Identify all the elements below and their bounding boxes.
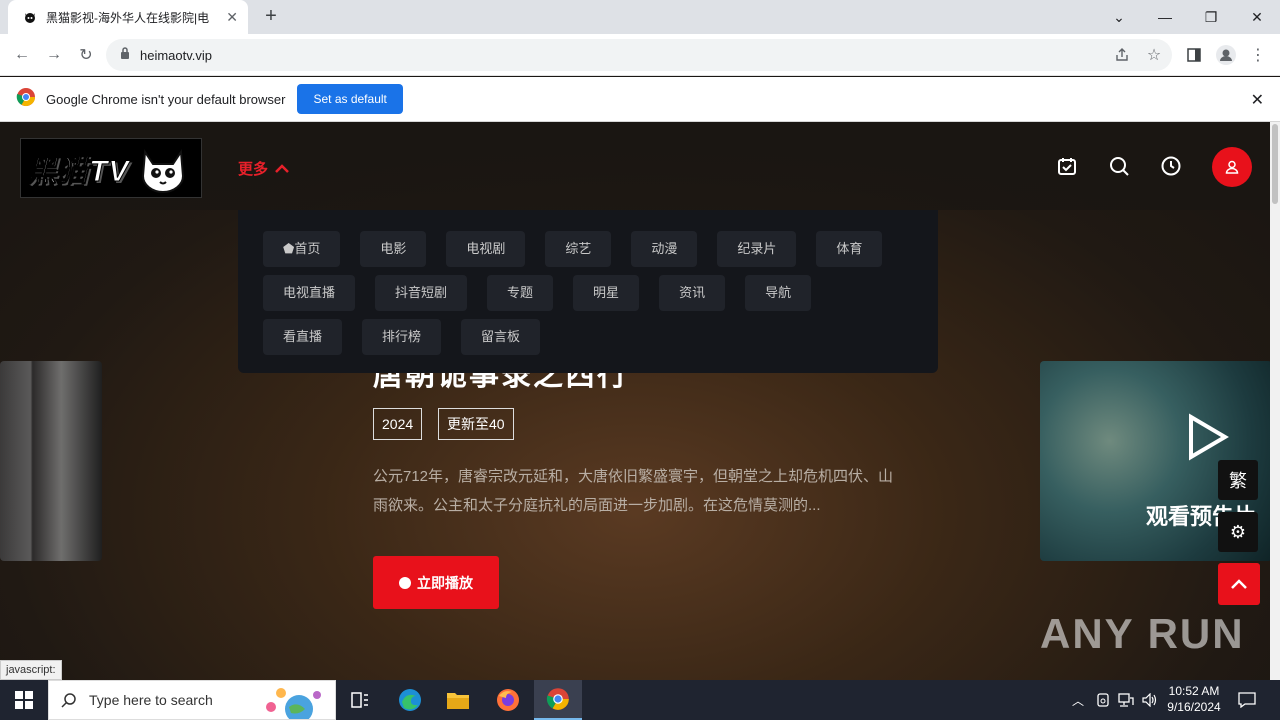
more-menu-toggle[interactable]: 更多 [238, 158, 290, 179]
history-clock-icon[interactable] [1159, 154, 1183, 178]
search-placeholder: Type here to search [89, 692, 213, 708]
search-icon [61, 693, 76, 708]
play-now-button[interactable]: 立即播放 [373, 556, 499, 609]
hero-description: 公元712年，唐睿宗改元延和，大唐依旧繁盛寰宇，但朝堂之上却危机四伏、山雨欲来。… [373, 468, 894, 514]
tab-strip: 黑猫影视-海外华人在线影院|电 ✕ + ⌄ — ❐ ✕ [0, 0, 1280, 34]
bookmark-star-icon[interactable]: ☆ [1142, 43, 1166, 67]
site-favicon-icon [22, 9, 38, 25]
more-dropdown-menu: ⬟首页 电影 电视剧 综艺 动漫 纪录片 体育 电视直播 抖音短剧 专题 明星 … [238, 210, 938, 373]
menu-kebab-icon[interactable]: ⋮ [1246, 43, 1270, 67]
scrollbar-thumb[interactable] [1272, 124, 1278, 204]
play-now-label: 立即播放 [417, 574, 473, 591]
start-button[interactable] [0, 680, 48, 720]
menu-item-movies[interactable]: 电影 [360, 231, 427, 267]
restore-button[interactable]: ❐ [1188, 0, 1234, 34]
windows-taskbar: Type here to search ︿ 10:52 AM 9/16/2024 [0, 680, 1280, 720]
back-to-top-button[interactable] [1218, 563, 1260, 605]
close-window-button[interactable]: ✕ [1234, 0, 1280, 34]
search-highlight-globe-icon [266, 688, 321, 719]
forward-button[interactable]: → [42, 43, 66, 67]
reload-button[interactable]: ↻ [74, 43, 98, 67]
system-clock[interactable]: 10:52 AM 9/16/2024 [1164, 683, 1224, 715]
notification-center-icon[interactable] [1230, 680, 1264, 720]
address-bar[interactable]: heimaotv.vip [106, 39, 1172, 71]
home-icon: ⬟ [283, 241, 295, 256]
set-default-button[interactable]: Set as default [297, 84, 403, 114]
menu-item-short-drama[interactable]: 抖音短剧 [375, 275, 468, 311]
play-trailer-icon[interactable] [1185, 413, 1229, 461]
taskbar-search-box[interactable]: Type here to search [48, 680, 336, 720]
more-label: 更多 [238, 161, 269, 178]
user-icon [1225, 160, 1239, 174]
chevron-up-tray-icon[interactable]: ︿ [1066, 680, 1090, 720]
traditional-chinese-button[interactable]: 繁 [1218, 460, 1258, 500]
menu-item-message-board[interactable]: 留言板 [461, 319, 541, 355]
volume-icon[interactable] [1139, 680, 1161, 720]
infobar-close-icon[interactable]: ✕ [1251, 90, 1264, 110]
play-icon [399, 576, 411, 589]
back-button[interactable]: ← [10, 43, 34, 67]
status-bubble: javascript: [0, 660, 62, 680]
anyrun-watermark: ANY RUN [1040, 610, 1245, 657]
menu-item-sports[interactable]: 体育 [816, 231, 883, 267]
menu-row: ⬟首页 电影 电视剧 综艺 动漫 纪录片 体育 [263, 231, 913, 267]
menu-item-variety[interactable]: 综艺 [545, 231, 612, 267]
windows-logo-icon [15, 691, 33, 709]
menu-item-home[interactable]: ⬟首页 [263, 231, 341, 267]
new-tab-button[interactable]: + [260, 6, 282, 28]
share-icon[interactable] [1110, 43, 1134, 67]
device-icon[interactable] [1092, 680, 1114, 720]
minimize-button[interactable]: — [1142, 0, 1188, 34]
profile-avatar-icon[interactable] [1214, 43, 1238, 67]
url-text: heimaotv.vip [140, 47, 213, 63]
prev-slide-poster[interactable] [0, 361, 102, 561]
menu-item-watch-live[interactable]: 看直播 [263, 319, 343, 355]
chevron-up-icon [1231, 579, 1247, 589]
chevron-up-icon [275, 163, 289, 173]
page-scrollbar[interactable] [1270, 122, 1280, 680]
tab-close-icon[interactable]: ✕ [226, 9, 238, 26]
infobar-message: Google Chrome isn't your default browser [46, 91, 286, 107]
task-view-icon[interactable] [336, 680, 384, 720]
network-icon[interactable] [1115, 680, 1137, 720]
lock-icon[interactable] [120, 46, 130, 64]
menu-item-documentary[interactable]: 纪录片 [717, 231, 797, 267]
edge-browser-icon[interactable] [386, 680, 434, 720]
tab-title: 黑猫影视-海外华人在线影院|电 [46, 10, 210, 25]
menu-item-stars[interactable]: 明星 [573, 275, 640, 311]
browser-tab[interactable]: 黑猫影视-海外华人在线影院|电 ✕ [8, 0, 248, 34]
menu-item-tv-series[interactable]: 电视剧 [446, 231, 526, 267]
site-logo[interactable]: 黑猫TV [20, 138, 202, 198]
user-account-button[interactable] [1212, 147, 1252, 187]
settings-gear-icon[interactable]: ⚙ [1218, 512, 1258, 552]
tab-search-chevron-icon[interactable]: ⌄ [1096, 0, 1142, 34]
chrome-taskbar-icon[interactable] [534, 680, 582, 720]
clock-time: 10:52 AM [1168, 684, 1220, 698]
chrome-logo-icon [16, 87, 36, 112]
menu-row: 看直播 排行榜 留言板 [263, 319, 913, 355]
menu-item-anime[interactable]: 动漫 [631, 231, 698, 267]
search-icon[interactable] [1107, 154, 1131, 178]
clock-date: 9/16/2024 [1167, 700, 1221, 714]
menu-item-topics[interactable]: 专题 [487, 275, 554, 311]
menu-item-navigation[interactable]: 导航 [745, 275, 812, 311]
menu-item-tv-live[interactable]: 电视直播 [263, 275, 356, 311]
menu-item-rankings[interactable]: 排行榜 [362, 319, 442, 355]
update-tag: 更新至40 [438, 408, 514, 440]
cat-mascot-icon [142, 149, 185, 193]
menu-item-news[interactable]: 资讯 [659, 275, 726, 311]
site-header: 黑猫TV 更多 [0, 122, 1270, 210]
calendar-check-icon[interactable] [1055, 154, 1079, 178]
browser-toolbar: ← → ↻ heimaotv.vip ☆ ⋮ [0, 34, 1280, 76]
logo-text: 黑猫TV [26, 155, 130, 189]
web-page: 观看预告片 唐朝诡事录之西行 2024 更新至40 公元712年，唐睿宗改元延和… [0, 122, 1270, 680]
side-panel-icon[interactable] [1182, 43, 1206, 67]
menu-row: 电视直播 抖音短剧 专题 明星 资讯 导航 [263, 275, 913, 311]
default-browser-infobar: Google Chrome isn't your default browser… [0, 77, 1280, 122]
firefox-icon[interactable] [484, 680, 532, 720]
year-tag: 2024 [373, 408, 423, 440]
file-explorer-icon[interactable] [434, 680, 482, 720]
